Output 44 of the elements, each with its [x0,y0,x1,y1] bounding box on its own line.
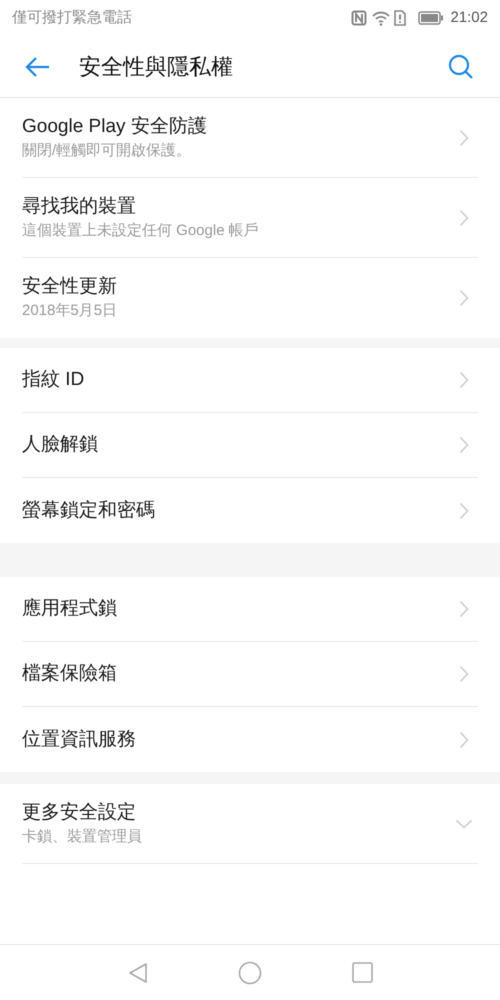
item-subtitle: 關閉/輕觸即可開啟保護。 [22,140,192,160]
nfc-icon [351,10,368,26]
item-title: 人臉解鎖 [22,433,99,457]
item-title: 指紋 ID [22,368,86,392]
chevron-right-icon [459,730,469,748]
settings-item[interactable]: 指紋 ID [22,348,478,413]
chevron-down-icon [455,818,473,828]
item-subtitle: 卡鎖、裝置管理員 [22,826,143,846]
sim-alert-icon [394,10,406,26]
settings-item[interactable]: 人臉解鎖 [22,413,478,478]
settings-item[interactable]: 更多安全設定 卡鎖、裝置管理員 [22,784,478,864]
wifi-icon [371,10,392,26]
chevron-right-icon [459,502,469,520]
chevron-right-icon [459,665,469,683]
item-title: 螢幕鎖定和密碼 [22,498,156,522]
item-subtitle: 2018年5月5日 [22,301,118,321]
item-title: 安全性更新 [22,275,118,299]
item-title: 更多安全設定 [22,800,137,824]
chevron-right-icon [459,289,469,307]
settings-item[interactable]: Google Play 安全防護 關閉/輕觸即可開啟保護。 [22,98,478,178]
settings-item[interactable]: 螢幕鎖定和密碼 [22,478,478,543]
chevron-right-icon [459,436,469,454]
battery-icon [418,11,444,25]
home-nav-icon[interactable] [238,960,262,984]
status-text: 僅可撥打緊急電話 [12,8,132,28]
clock: 21:02 [450,8,488,28]
settings-item[interactable]: 應用程式鎖 [22,577,478,642]
settings-item[interactable]: 尋找我的裝置 這個裝置上未設定任何 Google 帳戶 [22,178,478,258]
chevron-right-icon [459,371,469,389]
settings-item[interactable]: 檔案保險箱 [22,642,478,707]
back-nav-icon[interactable] [128,962,148,984]
item-title: 位置資訊服務 [22,728,137,752]
settings-item[interactable]: 位置資訊服務 [22,707,478,772]
item-subtitle: 這個裝置上未設定任何 Google 帳戶 [22,220,260,240]
item-title: 尋找我的裝置 [22,194,137,218]
recents-nav-icon[interactable] [352,962,372,983]
item-title: Google Play 安全防護 [22,114,208,138]
chevron-right-icon [459,208,469,226]
chevron-right-icon [459,128,469,146]
item-title: 應用程式鎖 [22,597,118,621]
page-title: 安全性與隱私權 [79,53,233,81]
settings-item[interactable]: 安全性更新 2018年5月5日 [22,258,478,338]
chevron-right-icon [459,600,469,618]
item-title: 檔案保險箱 [22,662,118,686]
